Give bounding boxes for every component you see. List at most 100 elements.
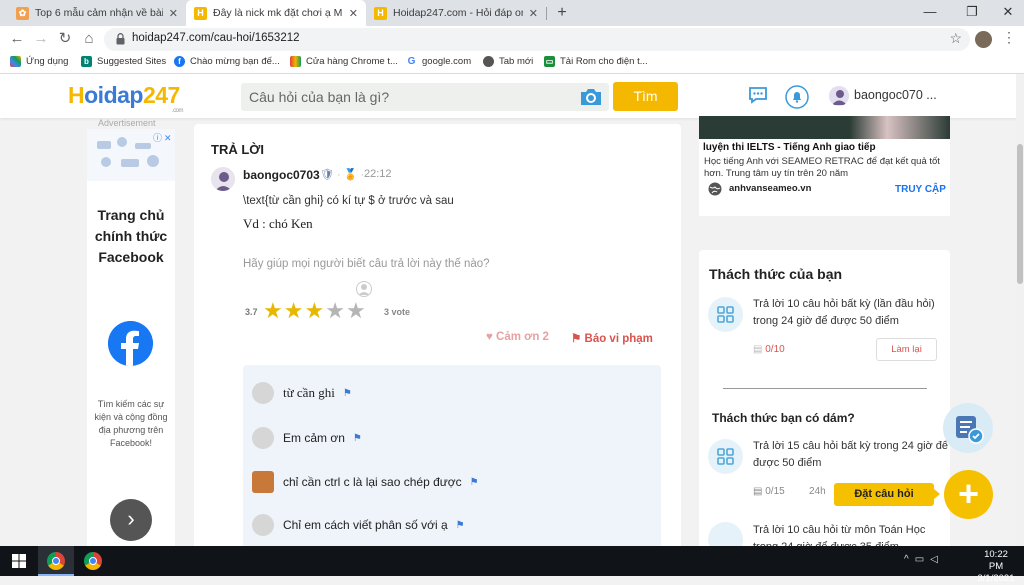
username-menu[interactable]: baongoc070 ... [854,88,937,102]
camera-icon[interactable] [579,87,603,107]
ad-banner-image: ⓘ ✕ [87,129,175,181]
search-input[interactable] [249,87,569,107]
challenges-dare-title: Thách thức bạn có dám? [712,411,855,425]
challenge-progress: ▤ 0/15 [753,486,785,497]
report-button[interactable]: ⚑ Báo vi phạm [571,331,653,345]
comment-item: chỉ cần ctrl c là lại sao chép được ⚑ [252,471,479,493]
close-icon[interactable]: ✕ [169,7,178,20]
ad-title: luyện thi IELTS - Tiếng Anh giao tiếp [703,142,876,153]
tab-title: Hoidap247.com - Hỏi đáp online [393,7,523,19]
taskbar-chrome-1[interactable] [38,546,74,576]
retry-button[interactable]: Làm lại [876,338,937,361]
comment-item: từ cần ghi ⚑ [252,382,352,404]
facebook-icon: f [174,56,185,67]
reload-icon[interactable]: ↻ [56,30,74,48]
commenter-avatar[interactable] [252,427,274,449]
bookmark-chrome-store[interactable]: Cửa hàng Chrome t... [290,56,398,67]
star-empty-icon[interactable]: ★ [325,300,345,322]
more-menu-icon[interactable]: ⋮ [1002,29,1016,46]
thank-button[interactable]: ♥ Cảm ơn 2 [486,331,549,343]
site-logo[interactable]: Hoidap247 .com [68,82,184,114]
profile-avatar[interactable] [975,31,992,48]
home-icon[interactable]: ⌂ [80,30,98,48]
bookmark-apps[interactable]: Ứng dụng [10,56,68,67]
star-filled-icon[interactable]: ★ [304,300,324,322]
my-questions-button[interactable] [943,403,993,453]
answerer-username[interactable]: baongoc0703 [243,168,320,182]
close-icon[interactable]: ✕ [529,7,538,20]
answer-card: TRẢ LỜI baongoc0703 🛡 · 🏅 · 22:12 \text{… [194,124,681,565]
apps-grid-icon [10,56,21,67]
bell-icon[interactable] [785,85,809,109]
browser-tab-2[interactable]: H Đây là nick mk đặt chơi ạ Mn chỉ ✕ [186,0,366,26]
address-bar[interactable]: hoidap247.com/cau-hoi/1653212 ☆ [104,28,970,51]
bookmark-google[interactable]: G google.com [406,56,471,67]
bookmark-star-icon[interactable]: ☆ [949,30,962,47]
star-rating[interactable]: ★ ★ ★ ★ ★ [263,300,367,322]
restore-icon[interactable]: ❐ [962,4,982,20]
volume-icon[interactable]: ◁ [930,554,944,565]
star-filled-icon[interactable]: ★ [263,300,283,322]
challenge-progress: ▤ 0/10 [753,344,785,355]
forward-arrow-icon[interactable]: → [32,30,50,48]
browser-tab-1[interactable]: ✿ Top 6 mẫu cảm nhận về bài thơ Ánh trăn… [8,0,186,26]
ad-visit-button[interactable]: TRUY CẬP [895,184,946,195]
user-avatar[interactable] [829,86,849,106]
close-window-icon[interactable]: ✕ [998,4,1018,20]
windows-start-icon[interactable] [12,554,26,568]
bookmark-new-tab[interactable]: Tab mới [483,56,533,67]
system-tray[interactable]: ^▭◁ [904,554,944,565]
chrome-icon [84,552,102,570]
back-arrow-icon[interactable]: ← [8,30,26,48]
heart-icon: ♥ [486,331,493,343]
ielts-ad[interactable]: luyện thi IELTS - Tiếng Anh giao tiếp Họ… [699,116,950,216]
network-icon[interactable]: ▭ [915,554,930,565]
medal-icon: 🏅 [343,169,358,181]
browser-tab-bar: ✿ Top 6 mẫu cảm nhận về bài thơ Ánh trăn… [0,0,1024,26]
chat-icon[interactable] [748,85,768,105]
answerer-avatar[interactable] [211,167,235,191]
tab-title: Top 6 mẫu cảm nhận về bài thơ Ánh trăng [35,7,163,19]
challenge-timer: 24h [809,486,826,497]
scrollbar-thumb[interactable] [1017,144,1023,284]
comment-item: Chỉ em cách viết phân số với ạ ⚑ [252,514,465,536]
svg-text:ⓘ: ⓘ [153,133,162,144]
voter-avatar [356,281,372,297]
tab-divider [546,7,547,20]
commenter-avatar[interactable] [252,471,274,493]
star-empty-icon[interactable]: ★ [346,300,366,322]
flag-icon[interactable]: ⚑ [456,520,465,531]
commenter-avatar[interactable] [252,382,274,404]
new-tab-button[interactable]: + [553,3,571,23]
close-icon[interactable]: ✕ [349,7,358,20]
commenter-avatar[interactable] [252,514,274,536]
taskbar-clock[interactable]: 10:22 PM 3/1/2021 [976,549,1016,585]
browser-tab-3[interactable]: H Hoidap247.com - Hỏi đáp online ✕ [366,0,546,26]
answer-time: 22:12 [364,168,392,180]
minimize-icon[interactable]: — [920,4,940,19]
ad-next-button[interactable]: › [110,499,152,541]
challenge-grid-icon [708,297,743,332]
windows-taskbar: ^▭◁ 10:22 PM 3/1/2021 [0,546,1024,584]
flag-icon[interactable]: ⚑ [353,433,362,444]
lock-icon [116,33,125,45]
flag-icon[interactable]: ⚑ [343,388,352,399]
bookmark-facebook[interactable]: f Chào mừng bạn đế... [174,56,280,67]
star-filled-icon[interactable]: ★ [284,300,304,322]
flag-icon[interactable]: ⚑ [470,477,479,488]
page-scrollbar[interactable] [1016,74,1024,546]
bookmark-rom[interactable]: ▭ Tải Rom cho điện t... [544,56,648,67]
facebook-ad[interactable]: ⓘ ✕ Trang chủ chính thức Facebook Tìm ki… [87,129,175,549]
ad-site: anhvanseameo.vn [729,183,812,194]
chevron-up-icon[interactable]: ^ [904,554,915,565]
taskbar-chrome-2[interactable] [75,546,111,576]
advertisement-label: Advertisement [98,118,156,128]
ask-question-button[interactable]: + [944,470,993,519]
ask-question-label[interactable]: Đặt câu hỏi [834,483,940,506]
search-button[interactable]: Tìm [613,82,678,111]
answer-heading: TRẢ LỜI [211,142,264,157]
divider [723,388,927,389]
progress-icon: ▤ [753,344,766,355]
bookmark-suggested-sites[interactable]: b Suggested Sites [81,56,166,67]
rating-score: 3.7 [245,307,258,317]
